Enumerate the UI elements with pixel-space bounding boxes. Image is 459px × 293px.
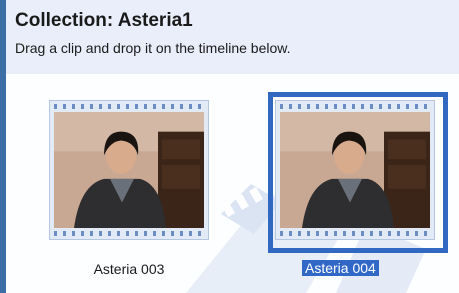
film-perforations <box>54 231 204 236</box>
collection-instructions: Drag a clip and drop it on the timeline … <box>15 40 291 56</box>
video-frame <box>54 112 204 228</box>
clip-label[interactable]: Asteria 003 <box>78 261 180 277</box>
clip-label-selected[interactable]: Asteria 004 <box>302 260 379 276</box>
clip-thumbnail[interactable] <box>275 100 435 240</box>
collection-title: Collection: Asteria1 <box>15 10 193 31</box>
collection-panel: Collection: Asteria1 Drag a clip and dro… <box>0 0 459 293</box>
collection-header: Collection: Asteria1 Drag a clip and dro… <box>6 0 459 74</box>
clip-area: Asteria 003 Asteria 004 <box>6 74 459 293</box>
film-perforations <box>280 104 430 109</box>
video-frame <box>280 112 430 228</box>
film-perforations <box>54 104 204 109</box>
clip-thumbnail[interactable] <box>49 100 209 240</box>
clip-item-selected[interactable] <box>275 100 435 240</box>
clip-item[interactable] <box>49 100 209 240</box>
film-perforations <box>280 231 430 236</box>
